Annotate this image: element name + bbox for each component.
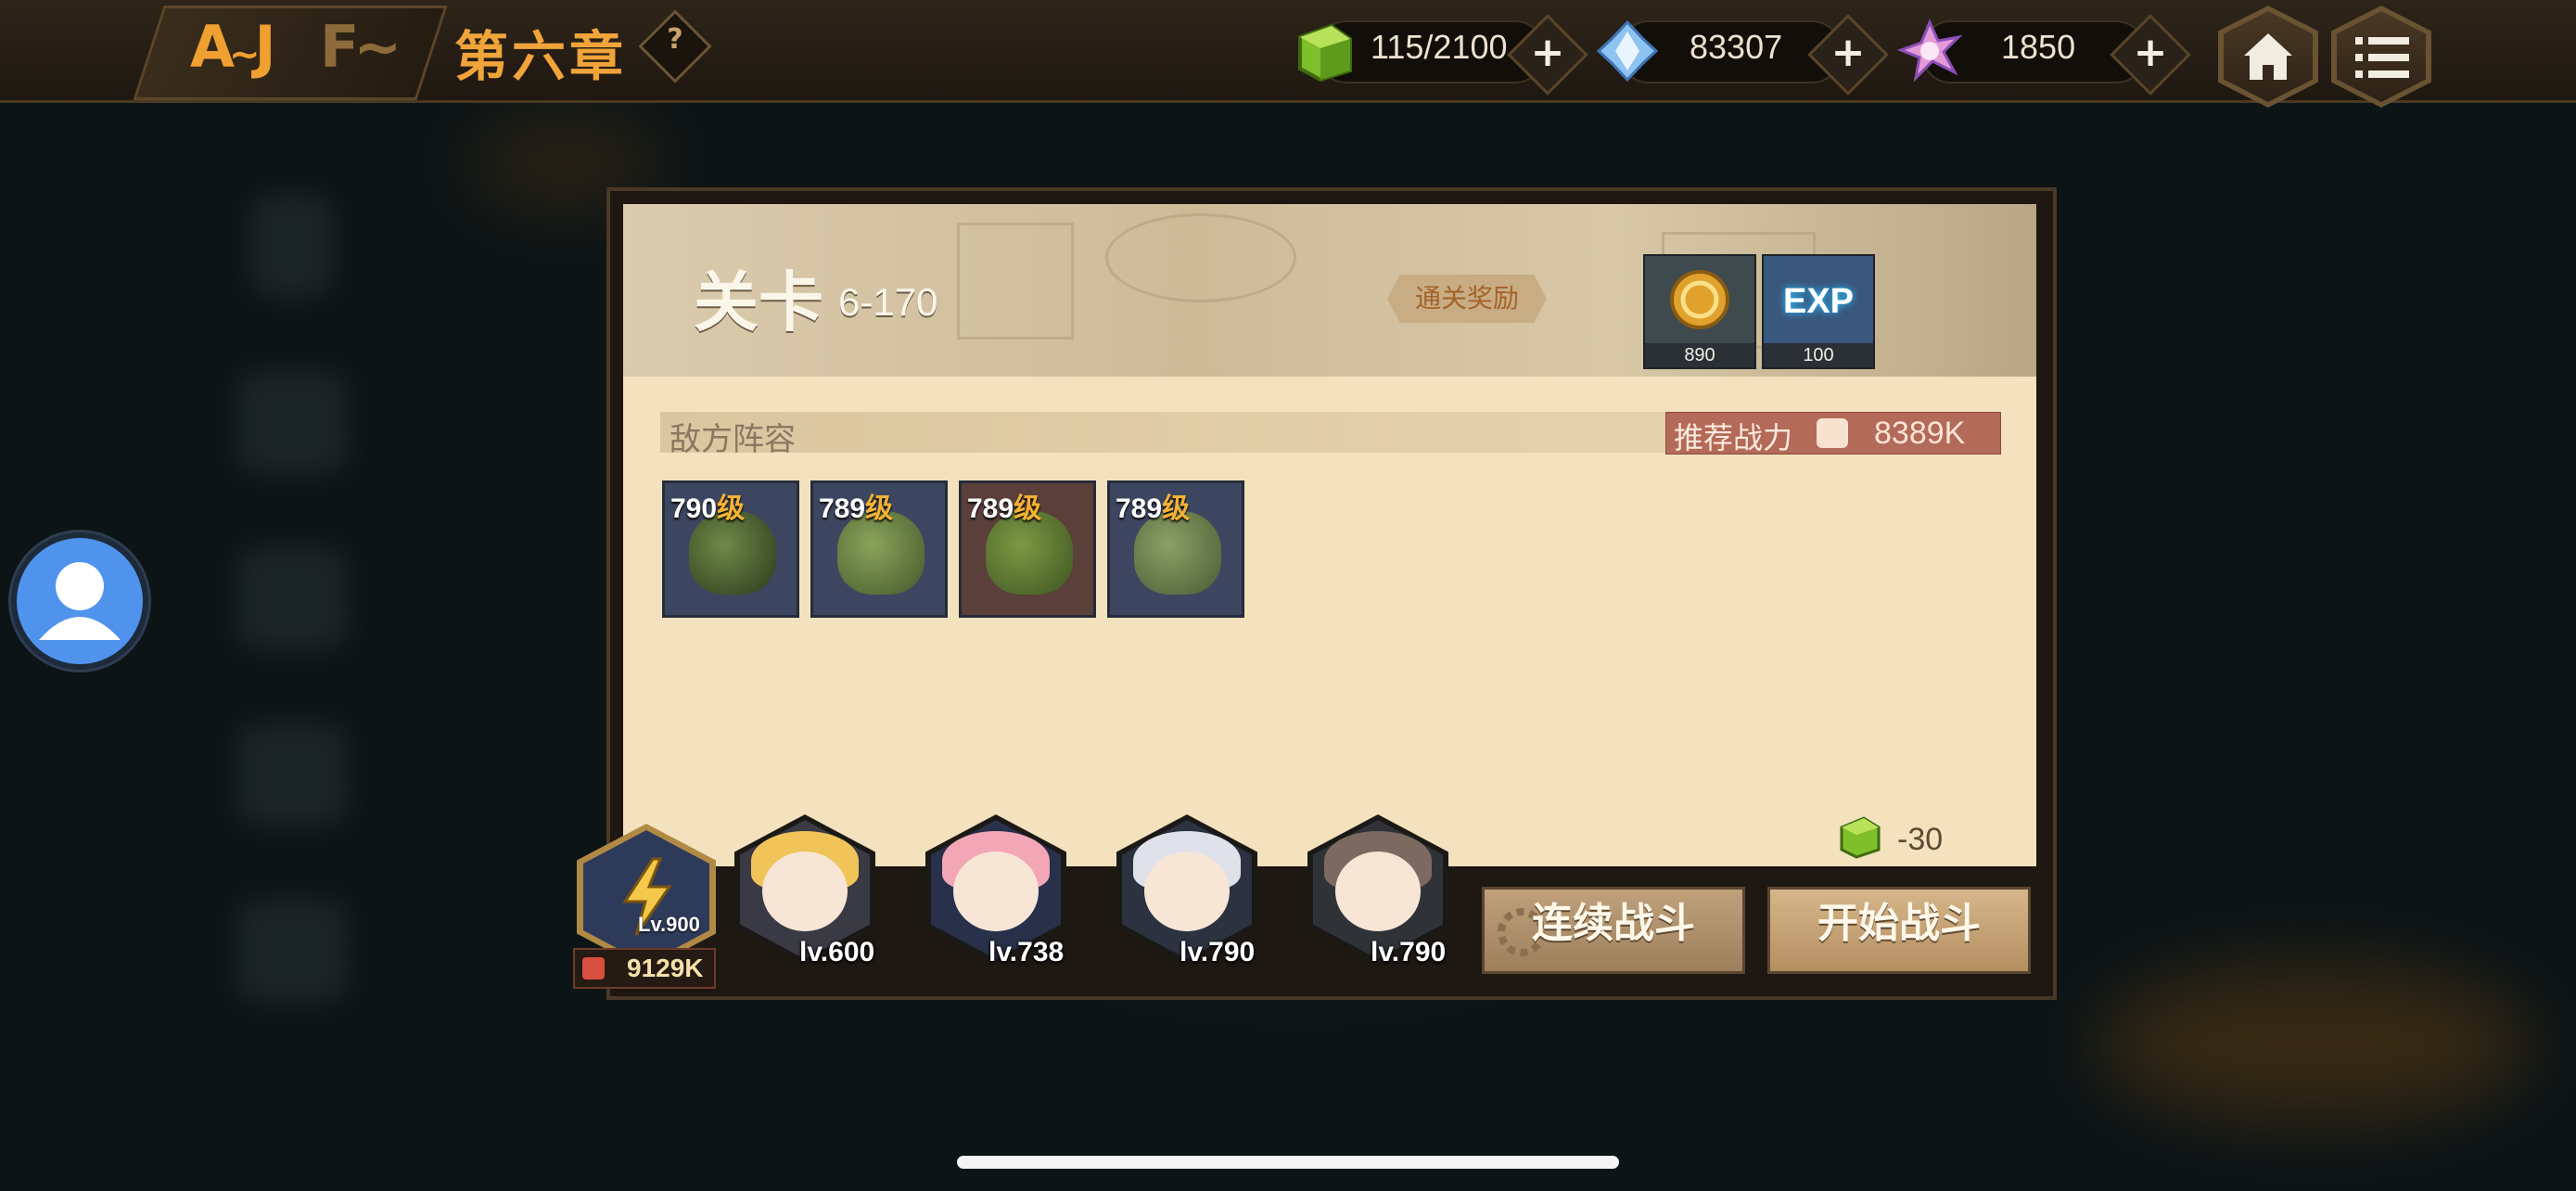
hero-level: lv.790	[1371, 937, 1447, 967]
logo-mark-icon: F~	[320, 13, 402, 81]
gold-coin-icon	[1670, 270, 1729, 329]
enemy-card[interactable]: 789级	[959, 480, 1096, 618]
green-cube-icon	[1298, 23, 1352, 83]
hero-face	[1144, 852, 1230, 931]
reward-item-gold[interactable]: 890	[1643, 254, 1756, 369]
stamina-value: 115/2100	[1371, 28, 1508, 66]
header-decoration	[1105, 213, 1296, 302]
clear-reward-label: 通关奖励	[1387, 275, 1547, 323]
enemy-level: 789级	[1116, 493, 1191, 525]
enemy-card[interactable]: 789级	[810, 480, 948, 618]
user-icon	[39, 562, 121, 640]
blurred-menu-item	[236, 547, 348, 649]
blurred-menu-item	[236, 900, 348, 1002]
blue-crystal-icon	[1596, 19, 1659, 83]
blue-crystal-value: 83307	[1690, 28, 1783, 66]
start-battle-label: 开始战斗	[1817, 900, 1981, 947]
hero-level: lv.738	[988, 937, 1065, 967]
recommended-power-label: 推荐战力	[1674, 420, 1793, 455]
blurred-menu-item	[236, 371, 348, 473]
stamina-cost-value: -30	[1897, 822, 1944, 857]
home-icon	[2244, 33, 2292, 80]
enemy-level: 789级	[819, 493, 894, 525]
start-battle-button[interactable]: 开始战斗	[1767, 887, 2031, 974]
blurred-menu-item	[236, 724, 348, 826]
fist-icon	[1817, 418, 1848, 448]
exp-icon: EXP	[1782, 282, 1855, 321]
hero-face	[762, 852, 848, 931]
plus-icon: +	[1830, 29, 1866, 76]
stage-header: 关卡 6-170 通关奖励 890 EXP 100	[623, 204, 2036, 377]
user-avatar[interactable]	[11, 532, 148, 670]
enemy-level: 790级	[670, 493, 746, 525]
enemy-lineup-title: 敌方阵容	[670, 421, 796, 458]
enemy-panel: 敌方阵容 推荐战力 8389K 790级 789级 789级 789级	[623, 377, 2036, 866]
continuous-battle-button[interactable]: 连续战斗	[1482, 887, 1745, 974]
home-button[interactable]	[2218, 6, 2318, 108]
reward-count: 890	[1645, 343, 1754, 367]
stage-label: 关卡	[694, 264, 823, 340]
pink-crystal-icon	[1897, 19, 1962, 83]
hero-face	[953, 852, 1039, 931]
pink-crystal-value: 1850	[2001, 28, 2076, 66]
continuous-battle-label: 连续战斗	[1532, 900, 1695, 947]
help-icon: ?	[667, 23, 683, 56]
blurred-menu-item	[250, 195, 334, 297]
enemy-card[interactable]: 790级	[662, 480, 799, 618]
enemy-card[interactable]: 789级	[1107, 480, 1244, 618]
chapter-title: 第六章	[454, 25, 628, 88]
logo-mark-icon: A~J	[190, 13, 276, 81]
enemy-level: 789级	[967, 493, 1042, 525]
plus-icon: +	[1530, 29, 1565, 76]
help-button[interactable]: ?	[638, 9, 712, 83]
blurred-glow	[2096, 965, 2531, 1122]
team-power-value: 9129K	[627, 954, 704, 982]
recommended-power: 推荐战力 8389K	[1665, 412, 2001, 455]
power-icon	[582, 957, 605, 980]
plus-icon: +	[2133, 29, 2168, 76]
home-indicator[interactable]	[957, 1156, 1619, 1169]
reward-item-exp[interactable]: EXP 100	[1762, 254, 1875, 369]
stage-number: 6-170	[838, 280, 938, 324]
game-logo	[133, 6, 448, 100]
header-decoration	[957, 223, 1074, 339]
top-bar: A~J F~ 第六章 ? 115/2100 + 83307 + 1850 +	[0, 0, 2576, 108]
hero-level: lv.790	[1180, 937, 1256, 967]
hero-face	[1335, 852, 1421, 931]
menu-button[interactable]	[2331, 6, 2431, 108]
recommended-power-value: 8389K	[1874, 416, 1966, 451]
leader-level: Lv.900	[638, 913, 700, 936]
hero-level: lv.600	[799, 937, 875, 967]
menu-list-icon	[2355, 37, 2409, 78]
stamina-cost-icon	[1840, 816, 1881, 859]
team-power: 9129K	[573, 948, 716, 989]
reward-count: 100	[1764, 343, 1873, 367]
